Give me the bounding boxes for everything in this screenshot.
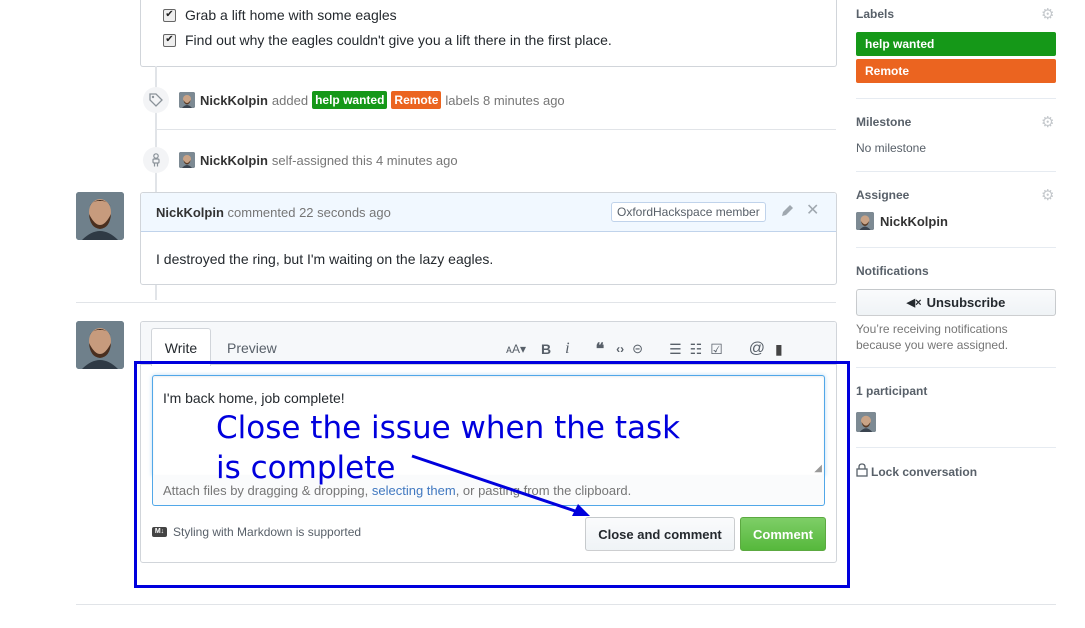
notifications-reason: You’re receiving notifications because y… <box>856 322 1009 352</box>
divider <box>856 171 1056 172</box>
divider <box>856 247 1056 248</box>
divider <box>856 98 1056 99</box>
lock-conversation-label: Lock conversation <box>871 464 978 479</box>
sidebar-label-text: Remote <box>865 64 910 78</box>
labels-gear-icon[interactable]: ⚙ <box>1041 5 1054 23</box>
milestone-gear-icon[interactable]: ⚙ <box>1041 113 1054 131</box>
sidebar-label-help-wanted[interactable]: help wanted <box>856 32 1056 56</box>
divider <box>856 447 1056 448</box>
divider <box>76 604 1056 605</box>
avatar <box>856 212 874 230</box>
unsubscribe-label: Unsubscribe <box>926 295 1006 310</box>
sidebar-label-text: help wanted <box>865 37 935 51</box>
notifications-title: Notifications <box>856 264 929 278</box>
participants-title: 1 participant <box>856 384 928 398</box>
lock-conversation-link[interactable]: Lock conversation <box>856 463 977 480</box>
divider <box>856 367 1056 368</box>
assignee-title[interactable]: Assignee <box>856 188 909 202</box>
labels-title[interactable]: Labels <box>856 7 894 21</box>
assignee-name: NickKolpin <box>880 213 948 229</box>
milestone-value: No milestone <box>856 141 927 155</box>
mute-icon: ◀× <box>906 297 922 309</box>
milestone-title[interactable]: Milestone <box>856 115 911 129</box>
participant-avatar[interactable] <box>856 412 876 432</box>
assignee-item[interactable]: NickKolpin <box>856 212 948 230</box>
sidebar-label-remote[interactable]: Remote <box>856 59 1056 83</box>
unsubscribe-button[interactable]: ◀× Unsubscribe <box>856 289 1056 316</box>
lock-icon <box>856 463 868 480</box>
assignee-gear-icon[interactable]: ⚙ <box>1041 186 1054 204</box>
